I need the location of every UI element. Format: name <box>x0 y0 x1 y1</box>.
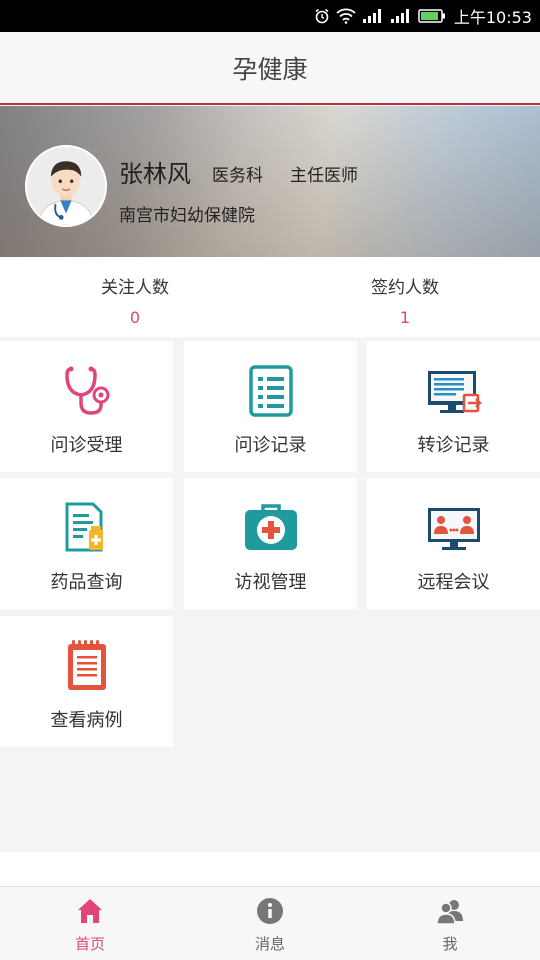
status-icons: 上午10:53 <box>314 0 532 32</box>
status-time: 上午10:53 <box>453 8 532 27</box>
menu-label: 访视管理 <box>234 572 307 593</box>
tab-label: 首页 <box>74 935 105 953</box>
stats-panel: 关注人数 0 签约人数 1 <box>0 257 540 337</box>
doctor-hospital: 南宫市妇幼保健院 <box>119 206 255 226</box>
doctor-avatar[interactable] <box>25 145 107 227</box>
menu-label: 远程会议 <box>417 572 490 593</box>
signal-icon-2 <box>390 8 412 24</box>
menu-remote-meeting[interactable]: 远程会议 <box>367 478 540 609</box>
contracted-label: 签约人数 <box>371 278 439 298</box>
app-header: 孕健康 <box>0 32 540 105</box>
doctor-profile-banner[interactable]: 张林风 医务科 主任医师 南宫市妇幼保健院 <box>0 106 540 257</box>
tab-label: 我 <box>442 935 458 953</box>
tab-home[interactable]: 首页 <box>0 887 180 960</box>
signal-icon <box>362 8 384 24</box>
alarm-icon <box>314 8 330 24</box>
content-footer-strip <box>0 852 540 886</box>
contracted-stat[interactable]: 签约人数 1 <box>270 257 540 327</box>
menu-label: 问诊受理 <box>50 435 123 456</box>
stethoscope-icon <box>59 363 115 419</box>
first-aid-kit-icon <box>243 500 299 556</box>
doctor-title: 主任医师 <box>290 166 358 186</box>
followers-label: 关注人数 <box>101 278 169 298</box>
wifi-icon <box>336 8 356 24</box>
status-bar: 上午10:53 <box>0 0 540 32</box>
doctor-department: 医务科 <box>212 166 263 186</box>
menu-referral-records[interactable]: 转诊记录 <box>367 341 540 472</box>
home-icon <box>76 897 104 925</box>
menu-view-cases[interactable]: 查看病例 <box>0 616 173 747</box>
list-document-icon <box>243 363 299 419</box>
users-icon <box>436 897 464 925</box>
menu-consultation-accept[interactable]: 问诊受理 <box>0 341 173 472</box>
contracted-count: 1 <box>399 308 411 327</box>
tab-me[interactable]: 我 <box>360 887 540 960</box>
menu-label: 药品查询 <box>50 572 123 593</box>
medicine-document-icon <box>59 500 115 556</box>
doctor-name: 张林风 <box>119 160 191 188</box>
tab-label: 消息 <box>254 935 285 953</box>
page-title: 孕健康 <box>232 54 308 84</box>
info-icon <box>256 897 284 925</box>
notepad-icon <box>59 638 115 694</box>
followers-count: 0 <box>129 308 141 327</box>
bottom-tab-bar: 首页 消息 我 <box>0 886 540 960</box>
followers-stat[interactable]: 关注人数 0 <box>0 257 270 327</box>
tab-messages[interactable]: 消息 <box>180 887 360 960</box>
monitor-transfer-icon <box>426 363 482 419</box>
video-conference-icon <box>426 500 482 556</box>
menu-visit-management[interactable]: 访视管理 <box>184 478 357 609</box>
menu-medicine-search[interactable]: 药品查询 <box>0 478 173 609</box>
menu-label: 查看病例 <box>50 710 123 731</box>
menu-consultation-records[interactable]: 问诊记录 <box>184 341 357 472</box>
menu-label: 问诊记录 <box>234 435 307 456</box>
battery-icon <box>418 8 446 24</box>
menu-label: 转诊记录 <box>417 435 490 456</box>
doctor-avatar-icon <box>27 147 105 225</box>
